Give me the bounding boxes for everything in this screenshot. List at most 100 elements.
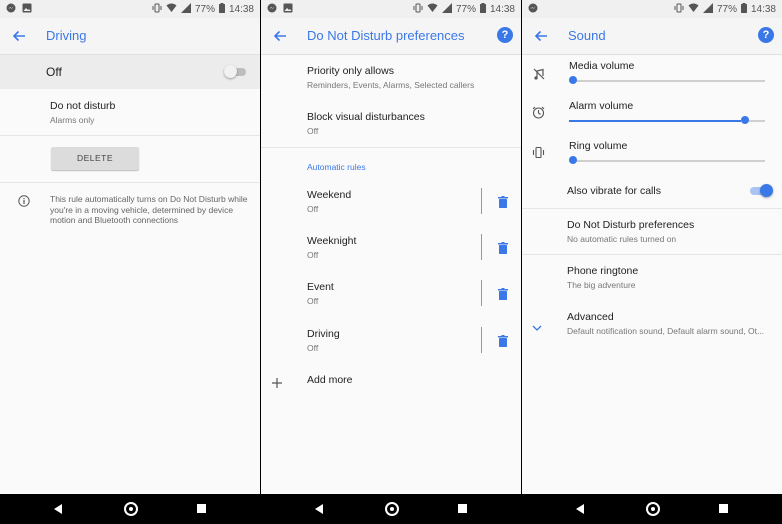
nav-recents-icon[interactable]	[719, 504, 728, 513]
rule-name: Weekend	[307, 189, 352, 201]
divider	[0, 135, 260, 136]
help-icon[interactable]: ?	[497, 27, 513, 43]
rule-name: Weeknight	[307, 235, 357, 247]
divider	[261, 147, 521, 148]
divider	[522, 208, 782, 209]
nav-back-icon[interactable]	[315, 504, 323, 514]
rule-state-label: Off	[46, 65, 62, 79]
status-bar: 77% 14:38	[522, 0, 782, 18]
vibrate-icon	[413, 3, 423, 16]
dnd-preferences-screen: 77% 14:38 Do Not Disturb preferences ? P…	[261, 0, 521, 494]
nav-recents-icon[interactable]	[458, 504, 467, 513]
rule-status: Off	[307, 250, 319, 260]
dnd-mode-value: Alarms only	[50, 115, 95, 125]
alarm-volume-slider[interactable]	[569, 116, 765, 126]
rule-toggle[interactable]	[224, 65, 246, 78]
plus-icon	[272, 375, 282, 393]
image-icon	[283, 3, 293, 16]
nav-recents-icon[interactable]	[197, 504, 206, 513]
delete-button[interactable]: DELETE	[51, 147, 139, 170]
delete-rule-icon[interactable]	[498, 195, 508, 208]
nav-home-icon[interactable]	[385, 502, 399, 516]
vibrate-icon	[152, 3, 162, 16]
page-title: Driving	[46, 28, 87, 43]
vibrate-icon	[674, 3, 684, 16]
delete-rule-icon[interactable]	[498, 241, 508, 254]
dnd-mode-label: Do not disturb	[50, 100, 116, 112]
wifi-icon	[427, 3, 438, 16]
add-more-row[interactable]: Add more	[261, 374, 521, 390]
priority-value: Reminders, Events, Alarms, Selected call…	[307, 80, 475, 90]
wifi-icon	[166, 3, 177, 16]
divider	[0, 182, 260, 183]
media-volume-slider[interactable]	[569, 76, 765, 86]
advanced-label: Advanced	[567, 311, 614, 323]
driving-rule-screen: 77% 14:38 Driving Off Do not disturb Ala…	[0, 0, 260, 494]
vibrate-calls-label: Also vibrate for calls	[567, 185, 661, 197]
image-icon	[22, 3, 32, 16]
battery-percent: 77%	[455, 4, 476, 15]
clock: 14:38	[228, 4, 254, 15]
status-bar: 77% 14:38	[0, 0, 260, 18]
clock: 14:38	[489, 4, 515, 15]
app-bar: Sound ?	[522, 18, 782, 55]
ring-volume-label: Ring volume	[569, 140, 628, 152]
vibrate-calls-row[interactable]: Also vibrate for calls	[522, 183, 782, 199]
rule-separator	[481, 327, 482, 353]
rule-row-weeknight[interactable]: Weeknight Off	[261, 234, 521, 263]
rule-status: Off	[307, 204, 319, 214]
back-arrow-icon[interactable]	[10, 27, 28, 45]
advanced-value: Default notification sound, Default alar…	[567, 326, 765, 336]
rule-row-weekend[interactable]: Weekend Off	[261, 188, 521, 217]
signal-icon	[441, 3, 452, 16]
back-arrow-icon[interactable]	[271, 27, 289, 45]
page-title: Do Not Disturb preferences	[307, 28, 465, 43]
vibrate-ring-icon	[532, 146, 545, 164]
sound-settings-screen: 77% 14:38 Sound ? Media volume Alarm vol…	[522, 0, 782, 494]
rule-name: Event	[307, 281, 334, 293]
messenger-icon	[267, 3, 277, 16]
media-volume-label: Media volume	[569, 60, 635, 72]
vibrate-calls-toggle[interactable]	[750, 184, 773, 197]
delete-rule-icon[interactable]	[498, 287, 508, 300]
alarm-volume-label: Alarm volume	[569, 100, 634, 112]
delete-rule-icon[interactable]	[498, 334, 508, 347]
divider	[522, 254, 782, 255]
battery-icon	[218, 3, 225, 16]
rule-enable-row[interactable]: Off	[0, 55, 260, 89]
rule-row-event[interactable]: Event Off	[261, 280, 521, 309]
messenger-icon	[528, 3, 538, 16]
wifi-icon	[688, 3, 699, 16]
help-icon[interactable]: ?	[758, 27, 774, 43]
clock: 14:38	[750, 4, 776, 15]
signal-icon	[180, 3, 191, 16]
ring-volume-slider[interactable]	[569, 156, 765, 166]
nav-back-icon[interactable]	[54, 504, 62, 514]
page-title: Sound	[568, 28, 606, 43]
rule-separator	[481, 280, 482, 306]
messenger-icon	[6, 3, 16, 16]
status-bar: 77% 14:38	[261, 0, 521, 18]
chevron-down-icon	[532, 318, 542, 336]
phone-ringtone-value: The big adventure	[567, 280, 636, 290]
block-visual-value: Off	[307, 126, 319, 136]
rule-name: Driving	[307, 328, 340, 340]
rule-description: This rule automatically turns on Do Not …	[50, 194, 248, 225]
media-muted-icon	[533, 67, 545, 85]
battery-icon	[740, 3, 747, 16]
dnd-preferences-label: Do Not Disturb preferences	[567, 219, 695, 231]
alarm-clock-icon	[532, 106, 545, 124]
block-visual-label: Block visual disturbances	[307, 111, 425, 123]
battery-percent: 77%	[194, 4, 215, 15]
rule-status: Off	[307, 296, 319, 306]
nav-back-icon[interactable]	[576, 504, 584, 514]
info-icon	[18, 194, 30, 212]
rule-row-driving[interactable]: Driving Off	[261, 327, 521, 356]
nav-home-icon[interactable]	[124, 502, 138, 516]
nav-home-icon[interactable]	[646, 502, 660, 516]
signal-icon	[702, 3, 713, 16]
phone-ringtone-label: Phone ringtone	[567, 265, 639, 277]
navigation-bar	[0, 494, 782, 524]
back-arrow-icon[interactable]	[532, 27, 550, 45]
rule-status: Off	[307, 343, 319, 353]
